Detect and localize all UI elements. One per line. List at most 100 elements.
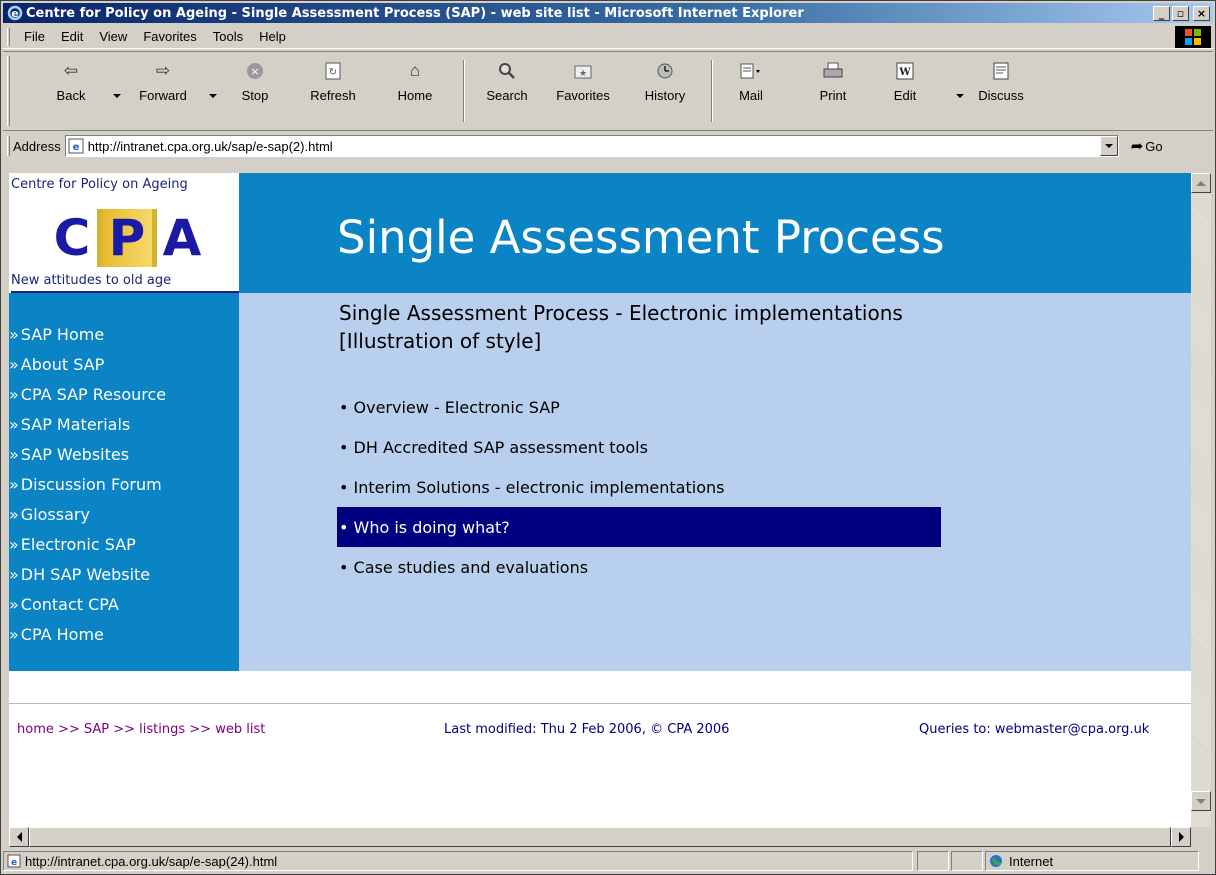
link-dh-accredited-tools[interactable]: • DH Accredited SAP assessment tools — [337, 427, 941, 467]
refresh-button[interactable]: ↻ Refresh — [303, 56, 363, 126]
page-status-icon: e — [7, 854, 21, 868]
address-field[interactable]: e — [64, 135, 1119, 157]
nav-sap-home[interactable]: » SAP Home — [9, 325, 166, 355]
word-edit-icon: W — [894, 60, 916, 82]
forward-arrow-icon: ⇨ — [155, 61, 171, 80]
side-navigation: » SAP Home » About SAP » CPA SAP Resource »… — [9, 293, 239, 671]
menu-edit[interactable]: Edit — [53, 29, 91, 44]
search-icon — [496, 60, 518, 82]
forward-button[interactable]: ⇨ Forward — [133, 56, 193, 126]
cpa-logo-area[interactable]: Centre for Policy on Ageing C P A New at… — [9, 173, 239, 293]
discuss-label: Discuss — [978, 88, 1024, 103]
nav-contact-cpa[interactable]: » Contact CPA — [9, 595, 166, 625]
address-grip[interactable] — [7, 136, 10, 156]
favorites-label: Favorites — [556, 88, 610, 103]
link-overview[interactable]: • Overview - Electronic SAP — [337, 387, 941, 427]
content-link-list: • Overview - Electronic SAP • DH Accredi… — [337, 387, 941, 587]
webmaster-link[interactable]: Queries to: webmaster@cpa.org.uk — [919, 722, 1149, 737]
nav-electronic-sap[interactable]: » Electronic SAP — [9, 535, 166, 565]
menu-help[interactable]: Help — [251, 29, 294, 44]
nav-sap-materials[interactable]: » SAP Materials — [9, 415, 166, 445]
back-dropdown-icon[interactable] — [113, 94, 121, 98]
edit-dropdown-icon[interactable] — [956, 94, 964, 98]
logo-letter-c: C — [53, 209, 91, 267]
toolbar-separator — [463, 60, 465, 122]
svg-text:W: W — [898, 67, 911, 78]
history-button[interactable]: History — [635, 56, 695, 126]
menu-file[interactable]: File — [16, 29, 53, 44]
forward-dropdown-icon[interactable] — [209, 94, 217, 98]
menu-favorites[interactable]: Favorites — [135, 29, 204, 44]
go-button[interactable]: ➦ Go — [1131, 137, 1163, 155]
link-interim-solutions[interactable]: • Interim Solutions - electronic impleme… — [337, 467, 941, 507]
browser-window: e Centre for Policy on Ageing - Single A… — [0, 0, 1216, 875]
maximize-button[interactable]: ▫ — [1172, 5, 1189, 21]
nav-dh-sap-website[interactable]: » DH SAP Website — [9, 565, 166, 595]
svg-text:e: e — [11, 858, 17, 868]
toolbar-grip[interactable] — [7, 56, 10, 126]
page-viewport: Centre for Policy on Ageing C P A New at… — [9, 173, 1191, 827]
nav-glossary[interactable]: » Glossary — [9, 505, 166, 535]
menu-tools[interactable]: Tools — [205, 29, 251, 44]
status-url-panel: e http://intranet.cpa.org.uk/sap/e-sap(2… — [3, 851, 913, 871]
windows-logo-icon — [1175, 25, 1211, 48]
page-title: Single Assessment Process - Electronic i… — [339, 301, 903, 325]
nav-cpa-sap-resource[interactable]: » CPA SAP Resource — [9, 385, 166, 415]
window-title: Centre for Policy on Ageing - Single Ass… — [26, 5, 804, 21]
page-icon: e — [68, 138, 84, 154]
minimize-button[interactable]: _ — [1153, 5, 1170, 21]
search-label: Search — [486, 88, 528, 103]
page-subtitle: [Illustration of style] — [339, 329, 542, 353]
svg-text:e: e — [11, 7, 18, 20]
menu-view[interactable]: View — [91, 29, 135, 44]
main-content: Single Assessment Process - Electronic i… — [239, 293, 1191, 671]
edit-label: Edit — [893, 88, 917, 103]
horizontal-scrollbar[interactable] — [9, 827, 1191, 847]
logo-letter-a: A — [162, 209, 202, 267]
status-zone-panel: Internet — [985, 851, 1199, 871]
status-panel-empty — [917, 851, 949, 871]
address-dropdown-button[interactable] — [1099, 136, 1118, 156]
address-bar: Address e ➦ Go — [3, 133, 1213, 159]
back-button[interactable]: ⇦ Back — [41, 56, 101, 126]
scroll-down-button[interactable] — [1191, 791, 1211, 811]
logo-letter-p: P — [102, 209, 152, 267]
stop-button[interactable]: × Stop — [225, 56, 285, 126]
favorites-button[interactable]: ★ Favorites — [553, 56, 613, 126]
org-tagline: New attitudes to old age — [11, 273, 172, 288]
mail-icon — [740, 60, 762, 82]
mail-button[interactable]: Mail — [721, 56, 781, 126]
print-label: Print — [819, 88, 847, 103]
home-button[interactable]: ⌂ Home — [385, 56, 445, 126]
home-label: Home — [397, 88, 433, 103]
go-label: Go — [1145, 138, 1163, 154]
stop-icon: × — [244, 60, 266, 82]
nav-discussion-forum[interactable]: » Discussion Forum — [9, 475, 166, 505]
nav-cpa-home[interactable]: » CPA Home — [9, 625, 166, 655]
nav-sap-websites[interactable]: » SAP Websites — [9, 445, 166, 475]
nav-about-sap[interactable]: » About SAP — [9, 355, 166, 385]
link-who-is-doing-what[interactable]: • Who is doing what? — [337, 507, 941, 547]
address-input[interactable] — [87, 138, 1088, 154]
vertical-scrollbar[interactable] — [1191, 173, 1211, 827]
menu-grip[interactable] — [7, 27, 10, 46]
status-url: http://intranet.cpa.org.uk/sap/e-sap(24)… — [25, 853, 278, 869]
close-button[interactable]: × — [1193, 5, 1210, 21]
menu-bar: File Edit View Favorites Tools Help — [3, 25, 1213, 49]
horizontal-scroll-thumb[interactable] — [29, 827, 1171, 847]
scroll-right-button[interactable] — [1171, 827, 1191, 847]
print-button[interactable]: Print — [803, 56, 863, 126]
search-button[interactable]: Search — [477, 56, 537, 126]
edit-button[interactable]: W Edit — [875, 56, 935, 126]
org-name: Centre for Policy on Ageing — [11, 177, 188, 192]
svg-text:×: × — [250, 65, 259, 78]
scroll-up-button[interactable] — [1191, 173, 1211, 193]
link-case-studies[interactable]: • Case studies and evaluations — [337, 547, 941, 587]
stop-label: Stop — [241, 88, 269, 103]
home-icon: ⌂ — [409, 61, 421, 80]
discuss-button[interactable]: Discuss — [971, 56, 1031, 126]
title-bar[interactable]: e Centre for Policy on Ageing - Single A… — [3, 3, 1213, 23]
banner-title: Single Assessment Process — [337, 211, 945, 264]
scroll-left-button[interactable] — [9, 827, 29, 847]
breadcrumb[interactable]: home >> SAP >> listings >> web list — [17, 722, 265, 737]
